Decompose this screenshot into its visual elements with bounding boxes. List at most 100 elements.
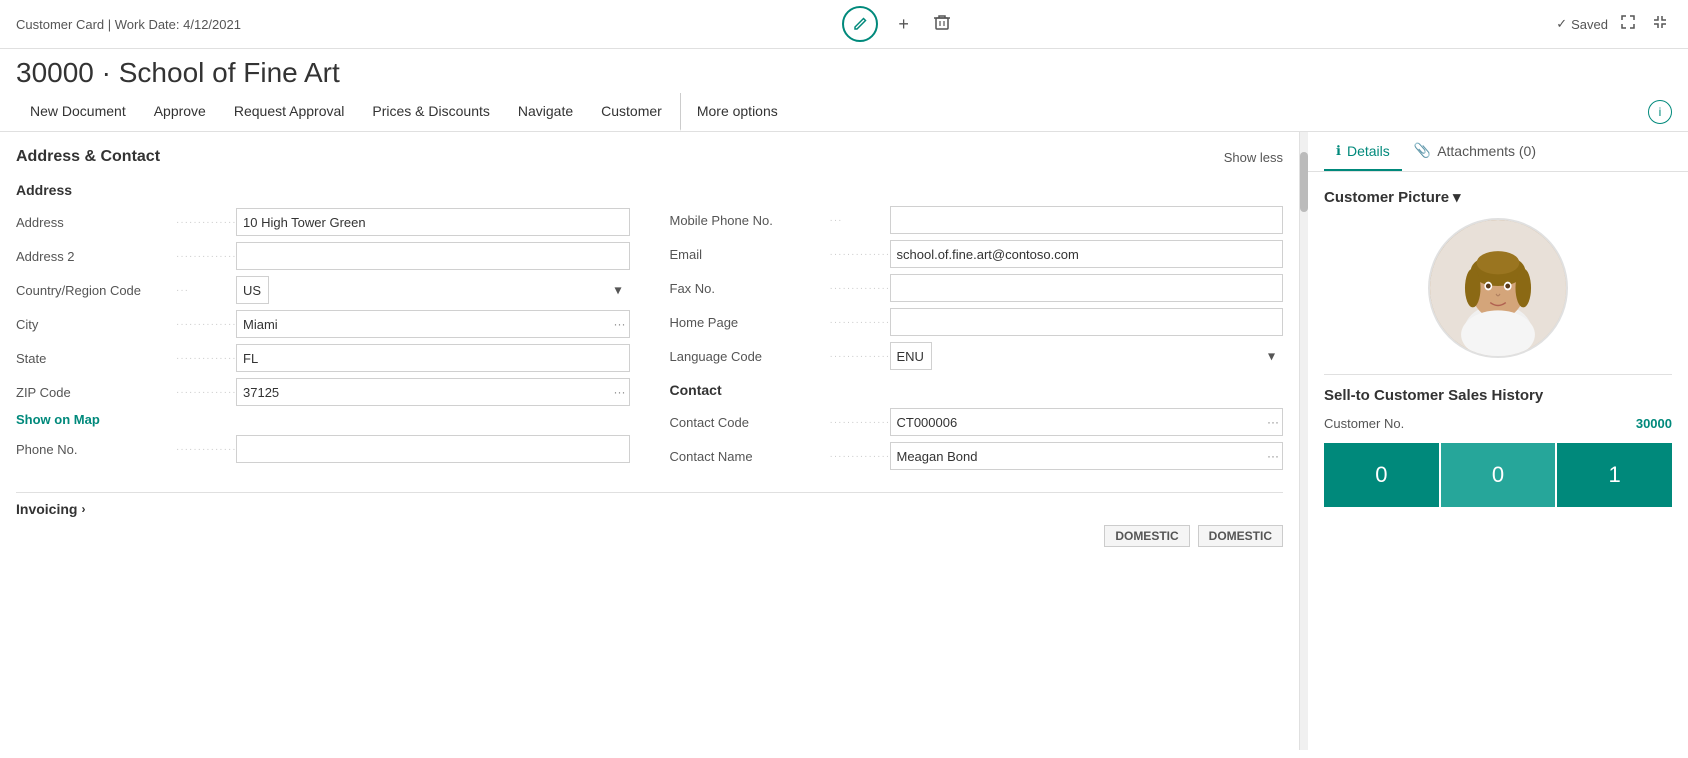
field-row-city: City ··················· ··· [16,310,630,338]
customer-no-value[interactable]: 30000 [1636,416,1672,431]
sales-tile-2[interactable]: 1 [1557,443,1672,507]
contact-code-lookup-icon[interactable]: ··· [1267,415,1279,429]
mobile-label: Mobile Phone No. [670,213,830,228]
contact-name-wrapper: ··· [890,442,1284,470]
state-input[interactable] [236,344,630,372]
field-row-phone: Phone No. ··················· [16,435,630,463]
city-input[interactable] [236,310,630,338]
right-panel-content: Customer Picture ▾ [1308,172,1688,523]
tab-customer[interactable]: Customer [587,93,676,131]
panel-divider [1324,374,1672,375]
state-dots: ··················· [176,353,236,364]
customer-picture-title: Customer Picture [1324,189,1449,206]
contact-code-wrapper: ··· [890,408,1284,436]
mobile-input[interactable] [890,206,1284,234]
field-row-zip: ZIP Code ··················· ··· [16,378,630,406]
picture-container [1324,218,1672,358]
zip-lookup-icon[interactable]: ··· [614,385,626,399]
phone-dots: ··················· [176,444,236,455]
show-less-button[interactable]: Show less [1224,150,1283,165]
country-label: Country/Region Code [16,283,176,298]
customer-no-row: Customer No. 30000 [1324,416,1672,431]
add-button[interactable]: + [894,10,913,39]
nav-tabs: New Document Approve Request Approval Pr… [0,93,1688,132]
field-row-language: Language Code ··················· ENU DE… [670,342,1284,370]
contact-code-label: Contact Code [670,415,830,430]
right-panel: ℹ Details 📎 Attachments (0) Customer Pic… [1308,132,1688,750]
language-label: Language Code [670,349,830,364]
section-title-address: Address & Contact [16,148,160,166]
delete-button[interactable] [929,9,955,40]
phone-input[interactable] [236,435,630,463]
top-bar-right: ✓ Saved [1556,10,1672,39]
invoicing-header[interactable]: Invoicing › [16,501,1283,517]
email-label: Email [670,247,830,262]
invoicing-section: Invoicing › DOMESTIC DOMESTIC [16,492,1283,547]
contact-code-input[interactable] [890,408,1284,436]
form-col-left: Address Address ··················· Addr… [16,182,630,476]
field-row-address: Address ··················· [16,208,630,236]
city-lookup-icon[interactable]: ··· [614,317,626,331]
contact-group-title: Contact [670,382,1284,398]
right-tab-attachments[interactable]: 📎 Attachments (0) [1402,132,1548,171]
tab-prices-discounts[interactable]: Prices & Discounts [358,93,503,131]
badge-domestic-2[interactable]: DOMESTIC [1198,525,1283,547]
contact-name-label: Contact Name [670,449,830,464]
collapse-button[interactable] [1648,10,1672,39]
language-select-wrapper: ENU DEU FRA [890,342,1284,370]
breadcrumb-area: Customer Card | Work Date: 4/12/2021 [16,17,241,32]
city-dots: ··················· [176,319,236,330]
tab-navigate[interactable]: Navigate [504,93,587,131]
edit-button[interactable] [842,6,878,42]
mobile-dots: ··· [830,215,890,226]
breadcrumb: Customer Card | Work Date: 4/12/2021 [16,17,241,32]
details-icon: ℹ [1336,143,1341,159]
toolbar-actions: + [842,6,955,42]
homepage-input[interactable] [890,308,1284,336]
phone-label: Phone No. [16,442,176,457]
address2-dots: ··················· [176,251,236,262]
customer-avatar[interactable] [1428,218,1568,358]
badge-domestic-1[interactable]: DOMESTIC [1104,525,1189,547]
tab-request-approval[interactable]: Request Approval [220,93,359,131]
invoicing-chevron-icon: › [81,502,85,516]
page-title: 30000 · School of Fine Art [16,57,1672,89]
sales-tile-0[interactable]: 0 [1324,443,1439,507]
tab-new-document[interactable]: New Document [16,93,140,131]
field-row-email: Email ··················· [670,240,1284,268]
contact-name-lookup-icon[interactable]: ··· [1267,449,1279,463]
customer-picture-header[interactable]: Customer Picture ▾ [1324,188,1672,206]
city-label: City [16,317,176,332]
field-row-contact-code: Contact Code ··················· ··· [670,408,1284,436]
attachments-icon: 📎 [1414,142,1431,159]
homepage-label: Home Page [670,315,830,330]
sales-history-title: Sell-to Customer Sales History [1324,387,1672,404]
left-content: Address & Contact Show less Address Addr… [0,132,1300,750]
zip-input-wrapper: ··· [236,378,630,406]
tab-more-options[interactable]: More options [680,93,792,131]
address-input[interactable] [236,208,630,236]
tab-approve[interactable]: Approve [140,93,220,131]
section-header-address: Address & Contact Show less [16,148,1283,166]
sales-tiles: 0 0 1 [1324,443,1672,507]
language-select[interactable]: ENU DEU FRA [890,342,932,370]
email-dots: ··················· [830,249,890,260]
fax-input[interactable] [890,274,1284,302]
field-row-country: Country/Region Code ··· US GB DE [16,276,630,304]
country-select-wrapper: US GB DE [236,276,630,304]
right-tab-details[interactable]: ℹ Details [1324,132,1402,171]
address2-input[interactable] [236,242,630,270]
fax-dots: ··················· [830,283,890,294]
expand-button[interactable] [1616,10,1640,39]
info-button[interactable]: i [1648,100,1672,124]
sales-tile-1[interactable]: 0 [1441,443,1556,507]
email-input[interactable] [890,240,1284,268]
address2-label: Address 2 [16,249,176,264]
homepage-dots: ··················· [830,317,890,328]
country-select[interactable]: US GB DE [236,276,269,304]
contact-name-input[interactable] [890,442,1284,470]
zip-input[interactable] [236,378,630,406]
show-on-map-link[interactable]: Show on Map [16,412,630,427]
scrollbar-thumb[interactable] [1300,152,1308,212]
city-input-wrapper: ··· [236,310,630,338]
